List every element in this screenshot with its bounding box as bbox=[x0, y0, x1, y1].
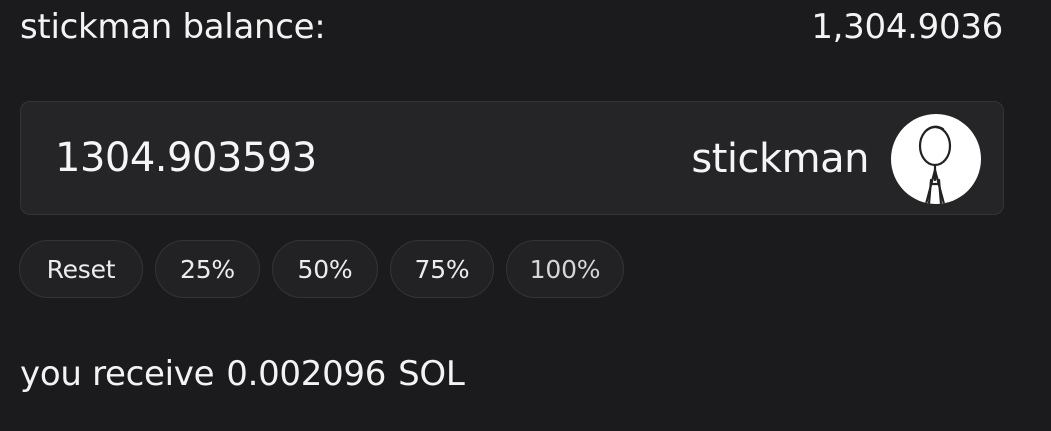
percent-50-button[interactable]: 50% bbox=[272, 240, 378, 298]
receive-prefix: you receive bbox=[20, 354, 215, 394]
receive-unit: SOL bbox=[398, 354, 465, 394]
reset-button[interactable]: Reset bbox=[19, 240, 143, 298]
amount-input[interactable] bbox=[55, 132, 615, 184]
balance-value: 1,304.9036 bbox=[811, 7, 1003, 47]
receive-amount: 0.002096 bbox=[226, 354, 387, 394]
token-selector[interactable]: stickman bbox=[691, 114, 981, 204]
stickman-avatar-icon bbox=[891, 114, 981, 204]
token-name: stickman bbox=[691, 136, 869, 182]
percent-button-row: Reset 25% 50% 75% 100% bbox=[19, 240, 624, 298]
percent-25-button[interactable]: 25% bbox=[155, 240, 260, 298]
balance-label: stickman balance: bbox=[20, 7, 326, 47]
receive-summary: you receive 0.002096 SOL bbox=[20, 350, 465, 398]
amount-input-box: stickman bbox=[20, 101, 1004, 215]
percent-100-button[interactable]: 100% bbox=[506, 240, 624, 298]
percent-75-button[interactable]: 75% bbox=[390, 240, 494, 298]
balance-row: stickman balance: 1,304.9036 bbox=[20, 4, 1003, 50]
